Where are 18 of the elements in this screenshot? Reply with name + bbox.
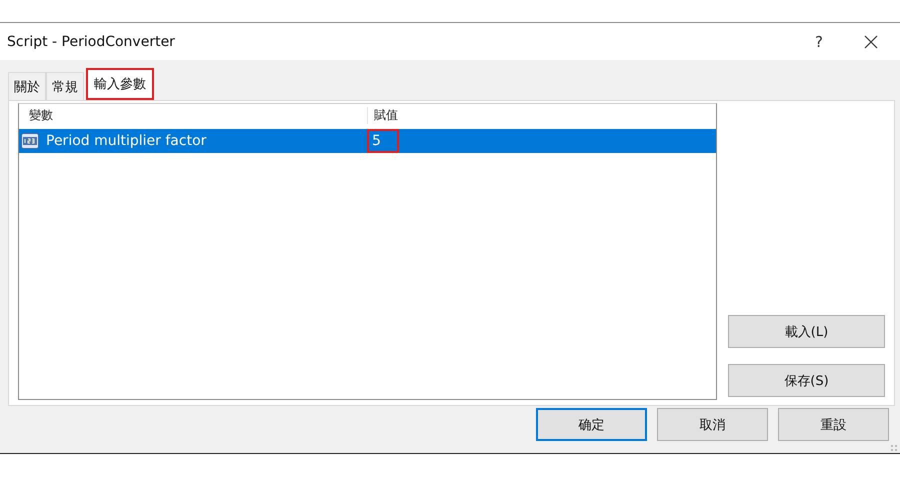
tab[interactable]: 常規 <box>46 72 84 100</box>
dialog-button[interactable]: 取消 <box>657 408 768 441</box>
dialog-button[interactable]: 确定 <box>536 408 647 441</box>
close-icon[interactable] <box>864 34 878 48</box>
side-button[interactable]: 載入(L) <box>728 315 885 348</box>
table-row[interactable]: Period multiplier factor 5 <box>19 129 716 153</box>
window-title: Script - PeriodConverter <box>7 34 176 50</box>
dialog-button[interactable]: 重設 <box>778 408 889 441</box>
table-cell: 5 <box>367 129 399 153</box>
resize-grip-icon <box>890 444 898 452</box>
table-cell: Period multiplier factor <box>46 133 206 149</box>
side-button[interactable]: 保存(S) <box>728 364 885 397</box>
tab[interactable]: 關於 <box>8 72 46 100</box>
column-header[interactable]: 變數 <box>19 106 367 124</box>
tab[interactable]: 輸入參數 <box>86 68 154 100</box>
number-icon <box>21 133 39 149</box>
help-button[interactable]: ? <box>804 32 834 52</box>
column-header[interactable]: 賦值 <box>367 106 398 124</box>
